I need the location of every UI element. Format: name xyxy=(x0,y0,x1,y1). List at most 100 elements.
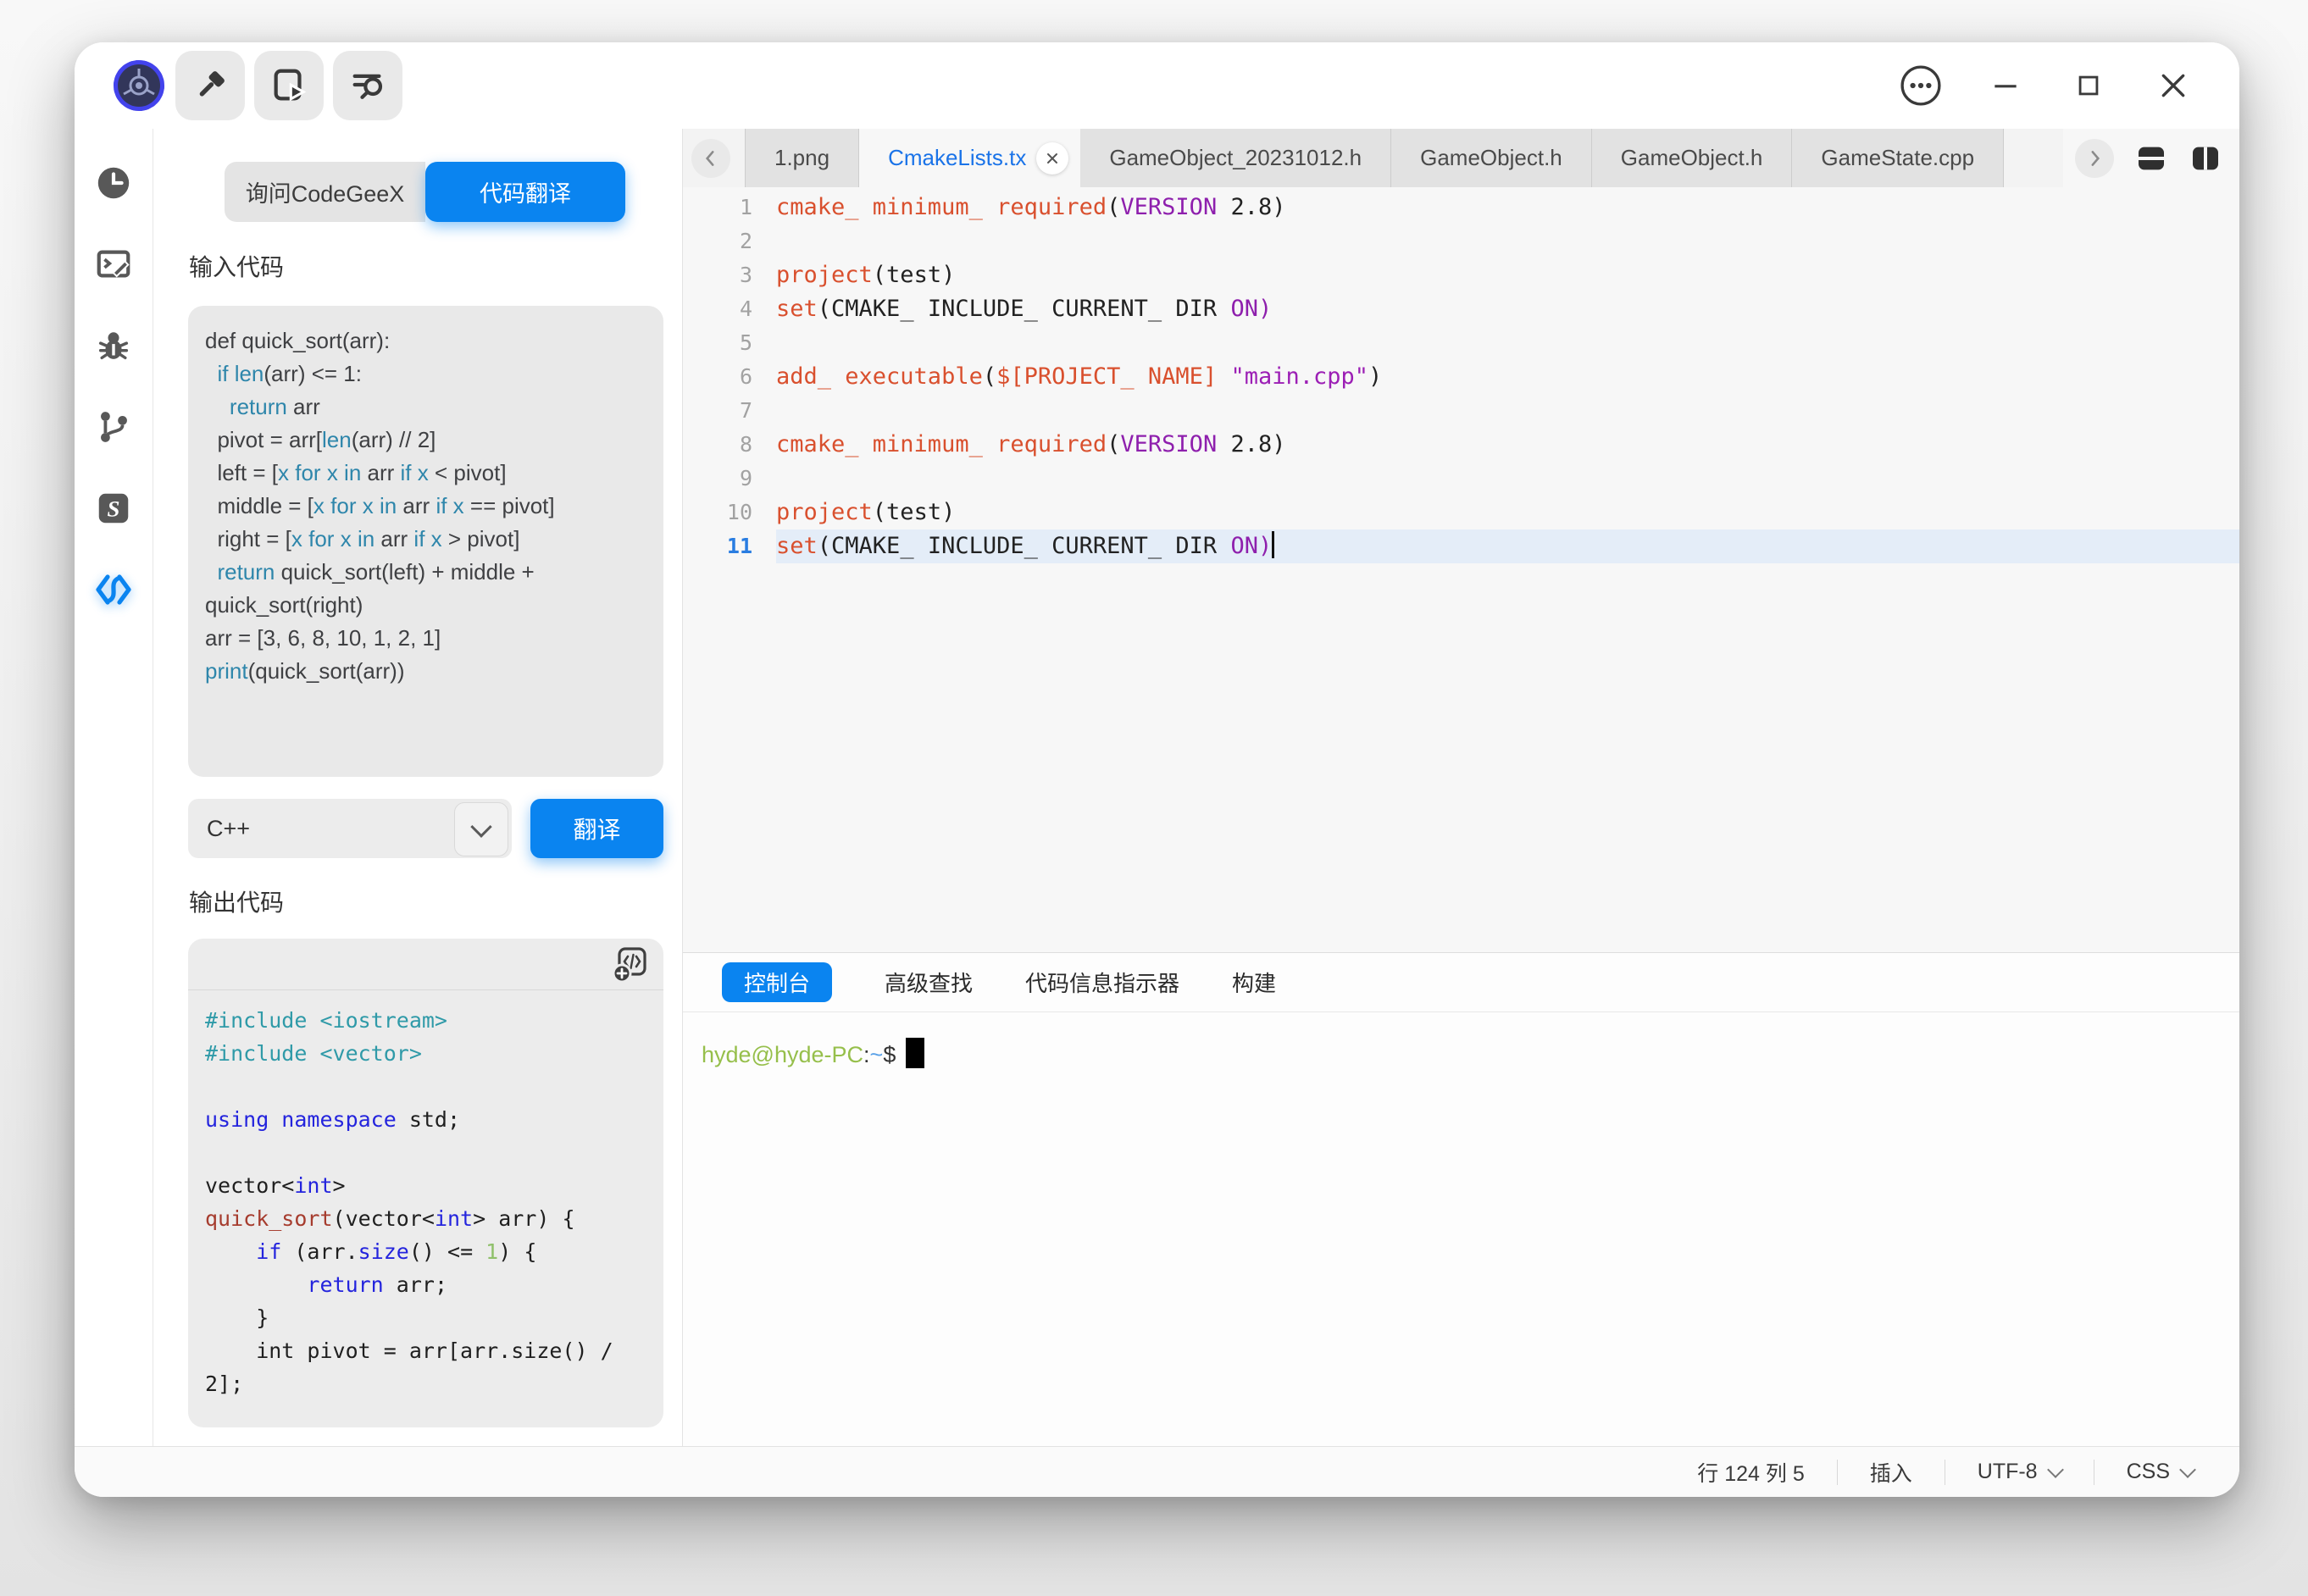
status-encoding[interactable]: UTF-8 xyxy=(1978,1460,2061,1484)
tab-close-button[interactable] xyxy=(1036,142,1068,175)
editor-tab-gameobject-h2[interactable]: GameObject.h xyxy=(1592,129,1793,187)
code-line: right = [x for x in arr if x > pivot] xyxy=(205,523,646,556)
status-separator xyxy=(1837,1460,1838,1485)
tab-ask-codegeex[interactable]: 询问CodeGeeX xyxy=(225,162,425,222)
line-number: 9 xyxy=(683,462,776,496)
maximize-button[interactable] xyxy=(2058,55,2119,116)
code-line: int pivot = arr[arr.size() / xyxy=(205,1334,646,1367)
translate-button[interactable]: 翻译 xyxy=(530,799,663,858)
line-number: 4 xyxy=(683,292,776,326)
editor-code-view[interactable]: 1cmake_ minimum_ required(VERSION 2.8)23… xyxy=(683,187,2239,952)
run-file-button[interactable] xyxy=(254,51,324,120)
line-number: 1 xyxy=(683,191,776,224)
editor-line[interactable]: 2 xyxy=(683,224,2239,258)
select-chevron-button[interactable] xyxy=(454,802,508,856)
line-number: 11 xyxy=(683,529,776,563)
tabs-scroll-left-button[interactable] xyxy=(691,139,730,178)
code-line: return quick_sort(left) + middle + xyxy=(205,556,646,589)
chevron-down-icon xyxy=(2047,1461,2064,1478)
console-terminal[interactable]: hyde@hyde-PC:~$ xyxy=(683,1012,2239,1068)
tab-console-label: 控制台 xyxy=(744,967,810,998)
editor-line[interactable]: 6add_ executable($[PROJECT_ NAME] "main.… xyxy=(683,360,2239,394)
chevron-left-icon xyxy=(700,147,722,169)
debug-bug-icon xyxy=(94,326,133,365)
editor-area: 1.png CmakeLists.tx GameObject_20231012.… xyxy=(683,129,2239,1446)
minimize-icon xyxy=(1989,69,2022,102)
minimize-button[interactable] xyxy=(1975,55,2036,116)
line-number: 5 xyxy=(683,326,776,360)
tab-console[interactable]: 控制台 xyxy=(722,962,832,1002)
input-code-box[interactable]: def quick_sort(arr): if len(arr) <= 1: r… xyxy=(188,306,663,777)
output-code-label: 输出代码 xyxy=(189,884,284,918)
svg-text:S: S xyxy=(108,496,120,522)
tab-build[interactable]: 构建 xyxy=(1232,967,1276,998)
code-line: #include <iostream> xyxy=(205,1004,646,1037)
code-line: pivot = arr[len(arr) // 2] xyxy=(205,424,646,457)
status-bar: 行 124 列 5 插入 UTF-8 CSS xyxy=(75,1446,2239,1497)
code-line: left = [x for x in arr if x < pivot] xyxy=(205,457,646,490)
codegeex-icon xyxy=(93,569,134,610)
sidebar-item-git[interactable] xyxy=(92,405,136,449)
code-line xyxy=(205,1136,646,1169)
status-line-col[interactable]: 行 124 列 5 xyxy=(1697,1457,1804,1488)
tabs-scroll-right-button[interactable] xyxy=(2075,139,2114,178)
terminal-user: hyde@hyde-PC xyxy=(702,1042,863,1067)
insert-code-button[interactable] xyxy=(609,944,650,984)
status-language[interactable]: CSS xyxy=(2127,1460,2194,1484)
window-content: S 询问CodeGeeX xyxy=(75,129,2239,1446)
editor-line[interactable]: 11set(CMAKE_ INCLUDE_ CURRENT_ DIR ON) xyxy=(683,529,2239,563)
build-button[interactable] xyxy=(175,51,245,120)
editor-line[interactable]: 9 xyxy=(683,462,2239,496)
translate-controls: C++ 翻译 xyxy=(188,799,663,858)
editor-line[interactable]: 3project(test) xyxy=(683,258,2239,292)
input-code-label: 输入代码 xyxy=(189,249,284,283)
editor-tab-gamestate-cpp[interactable]: GameState.cpp xyxy=(1792,129,2004,187)
terminal-colon: : xyxy=(863,1042,870,1067)
sidebar-item-terminal-editor[interactable] xyxy=(92,242,136,286)
editor-tab-bar: 1.png CmakeLists.tx GameObject_20231012.… xyxy=(683,129,2239,187)
sidebar-item-s-plugin[interactable]: S xyxy=(92,486,136,530)
tab-code-info-indicator[interactable]: 代码信息指示器 xyxy=(1025,967,1179,998)
editor-tab-1png[interactable]: 1.png xyxy=(745,129,859,187)
target-language-select[interactable]: C++ xyxy=(188,799,512,858)
code-line: return arr xyxy=(205,391,646,424)
code-line: } xyxy=(205,1301,646,1334)
editor-line[interactable]: 8cmake_ minimum_ required(VERSION 2.8) xyxy=(683,428,2239,462)
split-vertical-button[interactable] xyxy=(2189,141,2222,175)
search-in-files-button[interactable] xyxy=(333,51,402,120)
editor-tab-cmakelists[interactable]: CmakeLists.tx xyxy=(859,129,1080,187)
close-button[interactable] xyxy=(2143,55,2204,116)
editor-line[interactable]: 4set(CMAKE_ INCLUDE_ CURRENT_ DIR ON) xyxy=(683,292,2239,326)
editor-tab-label: GameObject.h xyxy=(1420,145,1562,171)
editor-tab-label: CmakeLists.tx xyxy=(888,145,1026,171)
split-horizontal-button[interactable] xyxy=(2134,141,2168,175)
terminal-dollar: $ xyxy=(883,1042,896,1067)
sidebar-item-history[interactable] xyxy=(92,161,136,205)
editor-line[interactable]: 10project(test) xyxy=(683,496,2239,529)
terminal-editor-icon xyxy=(94,245,133,284)
sidebar-item-codegeex[interactable] xyxy=(92,568,136,612)
hammer-icon xyxy=(191,66,230,105)
status-insert-mode[interactable]: 插入 xyxy=(1870,1457,1912,1488)
sidebar-item-debug[interactable] xyxy=(92,324,136,368)
editor-tab-gameobject-h1[interactable]: GameObject.h xyxy=(1391,129,1592,187)
editor-line[interactable]: 5 xyxy=(683,326,2239,360)
line-number: 8 xyxy=(683,428,776,462)
app-window: S 询问CodeGeeX xyxy=(75,42,2239,1497)
chevron-down-icon xyxy=(2179,1461,2196,1478)
output-code-text[interactable]: #include <iostream>#include <vector> usi… xyxy=(188,990,663,1414)
editor-tab-gameobject-dated[interactable]: GameObject_20231012.h xyxy=(1080,129,1391,187)
output-box-toolbar xyxy=(188,939,663,990)
more-options-button[interactable] xyxy=(1890,55,1951,116)
editor-line[interactable]: 1cmake_ minimum_ required(VERSION 2.8) xyxy=(683,191,2239,224)
code-line: #include <vector> xyxy=(205,1037,646,1070)
tab-code-translate[interactable]: 代码翻译 xyxy=(425,162,625,222)
line-number: 7 xyxy=(683,394,776,428)
terminal-path: ~ xyxy=(870,1042,884,1067)
code-line: 2]; xyxy=(205,1367,646,1400)
code-line: def quick_sort(arr): xyxy=(205,324,646,357)
tab-advanced-search[interactable]: 高级查找 xyxy=(885,967,973,998)
editor-line[interactable]: 7 xyxy=(683,394,2239,428)
more-ellipsis-icon xyxy=(1900,64,1942,107)
line-number: 6 xyxy=(683,360,776,394)
